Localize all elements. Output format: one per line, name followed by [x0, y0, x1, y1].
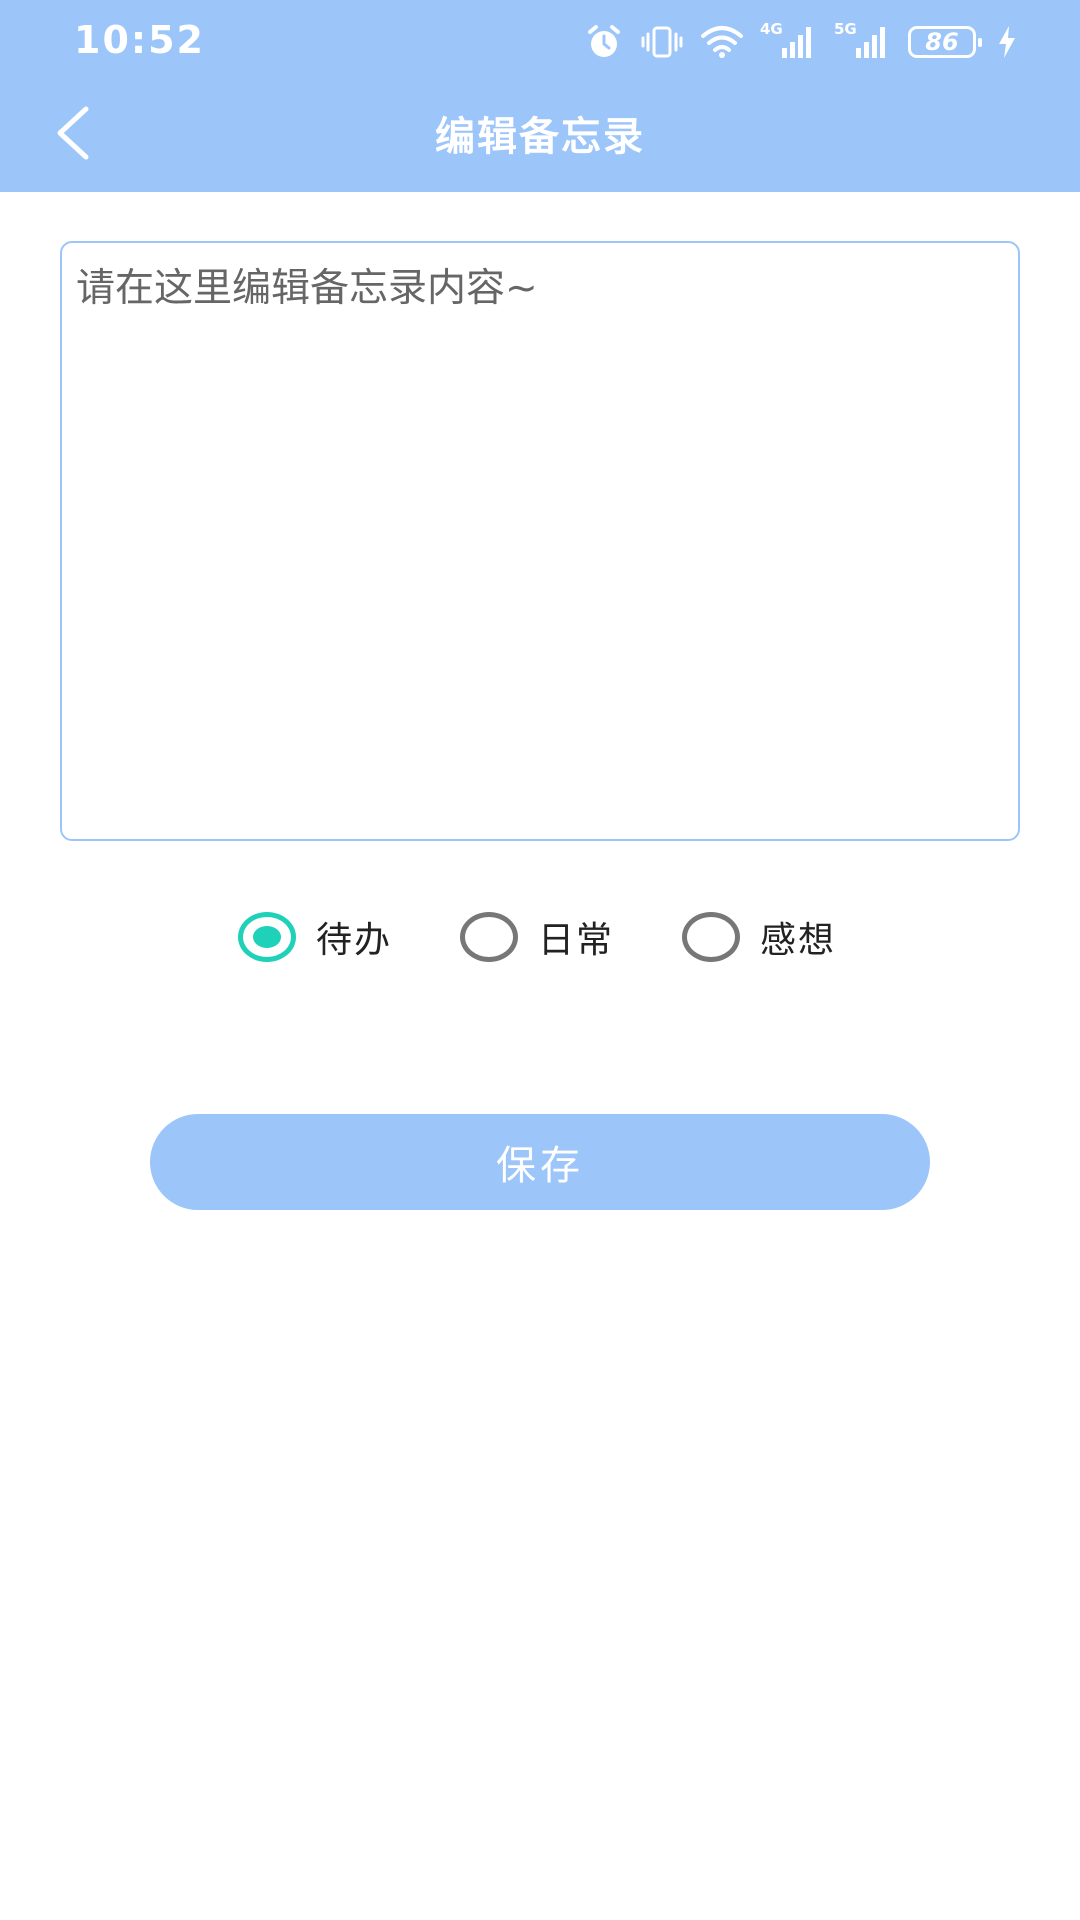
battery-level: 86	[925, 28, 959, 56]
charging-icon	[998, 26, 1016, 58]
app-header: 10:52 4G 5G 86 编辑备忘录	[0, 0, 1080, 192]
radio-unchecked-icon	[682, 912, 741, 962]
signal-4g-icon: 4G	[760, 20, 818, 62]
memo-content-input[interactable]	[60, 241, 1020, 841]
page-title: 编辑备忘录	[435, 114, 645, 160]
save-button[interactable]: 保存	[150, 1114, 930, 1210]
vibrate-icon	[640, 22, 684, 62]
category-option-thoughts[interactable]: 感想	[682, 911, 836, 963]
signal-5g-icon: 5G	[834, 20, 892, 62]
wifi-icon	[700, 24, 744, 60]
category-option-label: 感想	[760, 920, 837, 961]
category-radio-group: 待办 日常 感想	[238, 908, 836, 966]
status-icons: 4G 5G 86	[584, 18, 1016, 66]
radio-unchecked-icon	[460, 912, 519, 962]
alarm-icon	[584, 22, 624, 62]
radio-checked-icon	[238, 912, 296, 962]
category-option-todo[interactable]: 待办	[238, 911, 392, 963]
category-option-label: 待办	[316, 920, 393, 961]
edit-memo-screen: 10:52 4G 5G 86 编辑备忘录 请在这里编辑备忘录内容~ 待办 日常 …	[0, 0, 1080, 1920]
category-option-daily[interactable]: 日常	[460, 911, 614, 963]
status-time: 10:52	[74, 18, 205, 62]
battery-icon: 86	[908, 26, 982, 58]
category-option-label: 日常	[538, 920, 615, 961]
radio-dot	[253, 926, 281, 948]
